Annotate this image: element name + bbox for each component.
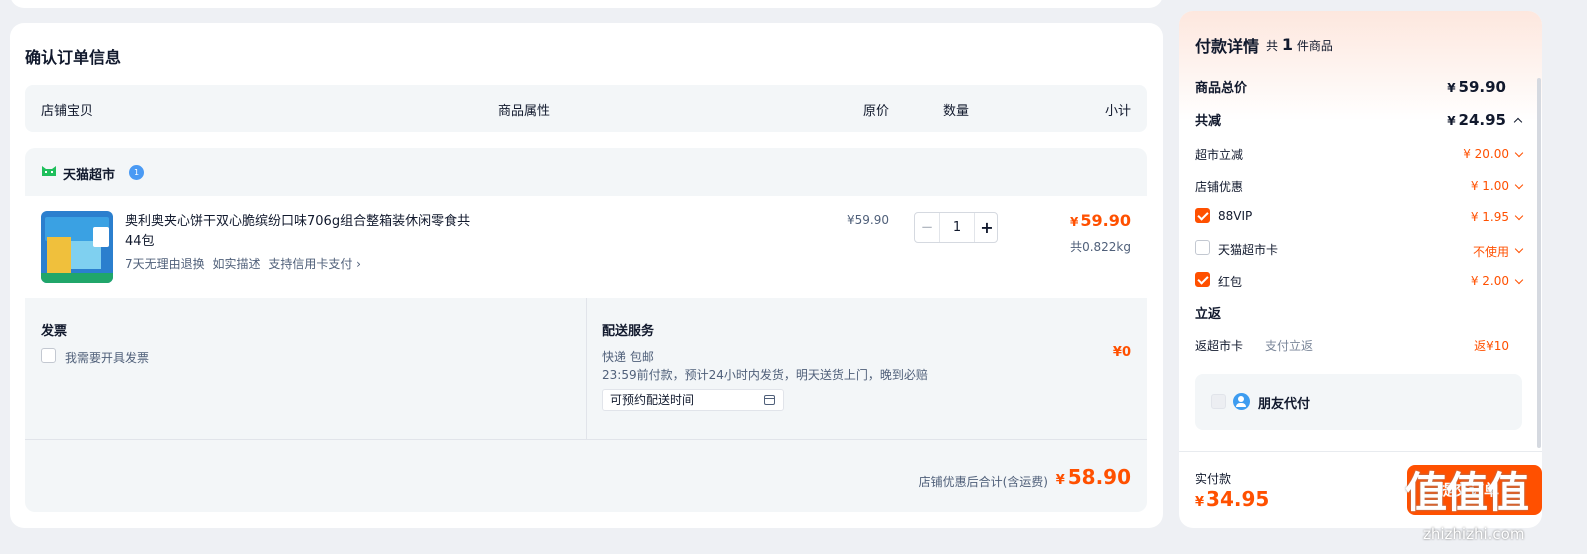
discount-label: 共减 [1195,114,1222,129]
payment-header-bg [1179,11,1542,121]
friend-avatar-icon [1233,393,1250,410]
goods-total-label: 商品总价 [1195,81,1248,96]
column-header-quantity: 数量 [943,104,970,119]
rebate-sub-label: 支付立返 [1265,339,1314,353]
final-amount-label: 实付款 [1195,472,1232,486]
discount-line-store-label: 店铺优惠 [1195,180,1244,194]
chevron-down-icon[interactable] [1514,148,1524,158]
payment-panel: 付款详情 共 1 件商品 商品总价 ¥59.90 共减 ¥24.95 超市立减 … [1179,11,1542,528]
friend-pay-checkbox[interactable] [1211,394,1226,409]
payment-title: 付款详情 [1195,37,1260,56]
discount-line-store-value[interactable]: ¥ 1.00 [1471,179,1509,193]
invoice-checkbox[interactable] [41,348,56,363]
service-tags: 7天无理由退换 如实描述 支持信用卡支付 › [125,255,365,272]
quantity-stepper: − 1 + [914,212,998,243]
calendar-icon [764,395,775,405]
item-subtotal: ¥59.90 [1070,211,1131,230]
store-badge-icon: 1 [129,165,144,180]
product-thumbnail[interactable] [41,211,113,283]
invoice-title: 发票 [41,324,68,339]
service-tag-return: 7天无理由退换 [125,257,205,271]
store-header: 天猫超市 1 [25,148,1147,196]
payment-footer: 实付款 ¥34.95 提交订单 [1179,451,1542,528]
vip-checkbox[interactable] [1195,208,1210,223]
shipping-fee: ¥0 [1112,345,1131,360]
discount-line-card-label: 天猫超市卡 [1218,243,1279,257]
discount-total[interactable]: ¥24.95 [1447,111,1506,129]
store-total-label: 店铺优惠后合计(含运费) [918,475,1048,489]
payment-scrollbar[interactable] [1537,78,1541,448]
column-header-attributes: 商品属性 [498,104,551,119]
discount-line-vip-label: 88VIP [1218,209,1253,223]
column-header-store-item: 店铺宝贝 [41,104,94,119]
discount-line-supermarket-value[interactable]: ¥ 20.00 [1463,147,1509,161]
rebate-value: 返¥10 [1474,339,1509,353]
chevron-down-icon[interactable] [1514,211,1524,221]
delivery-time-placeholder: 可预约配送时间 [610,393,695,407]
item-count: 共 1 件商品 [1266,35,1333,54]
store-total: ¥58.90 [1055,465,1131,489]
column-header-original-price: 原价 [863,104,890,119]
red-packet-checkbox[interactable] [1195,272,1210,287]
product-title[interactable]: 奥利奥夹心饼干双心脆缤纷口味706g组合整箱装休闲零食共44包 [125,212,475,252]
store-name[interactable]: 天猫超市 [63,164,115,183]
discount-line-red-packet-label: 红包 [1218,275,1243,289]
rebate-title: 立返 [1195,307,1222,322]
table-header: 店铺宝贝 商品属性 原价 数量 小计 [25,85,1147,132]
delivery-title: 配送服务 [602,324,655,339]
item-weight: 共0.822kg [1070,240,1131,254]
goods-total: ¥59.90 [1447,78,1506,96]
product-row: 奥利奥夹心饼干双心脆缤纷口味706g组合整箱装休闲零食共44包 7天无理由退换 … [25,196,1147,298]
final-amount: ¥34.95 [1195,487,1270,511]
tmall-card-checkbox[interactable] [1195,240,1210,255]
rebate-label: 返超市卡 [1195,339,1244,353]
store-total-row: 店铺优惠后合计(含运费) ¥58.90 [25,439,1147,512]
friend-pay-label: 朋友代付 [1258,397,1311,412]
delivery-time-picker[interactable]: 可预约配送时间 [602,389,784,411]
delivery-method: 快递 包邮 [602,350,654,364]
invoice-section: 发票 我需要开具发票 [25,298,587,439]
page-title: 确认订单信息 [25,48,122,67]
chevron-down-icon[interactable] [1514,244,1524,254]
discount-line-red-packet-value[interactable]: ¥ 2.00 [1471,274,1509,288]
service-tag-described: 如实描述 [212,257,261,271]
store-card: 天猫超市 1 奥利奥夹心饼干双心脆缤纷口味706g组合整箱装休闲零食共44包 7… [25,148,1147,512]
order-panel: 确认订单信息 店铺宝贝 商品属性 原价 数量 小计 天猫超市 1 奥利奥夹心饼干… [10,23,1163,528]
service-tag-credit[interactable]: 支持信用卡支付 › [268,257,361,271]
decrease-quantity-button[interactable]: − [915,213,939,242]
delivery-eta: 23:59前付款，预计24小时内发货，明天送货上门，晚到必赔 [602,368,928,382]
chevron-down-icon[interactable] [1514,180,1524,190]
quantity-input[interactable]: 1 [939,213,975,242]
tmall-cat-icon [42,166,56,176]
previous-panel-edge [10,0,1163,8]
discount-line-card-value[interactable]: 不使用 [1473,243,1509,260]
increase-quantity-button[interactable]: + [975,213,999,242]
original-price: ¥59.90 [847,213,889,227]
invoice-checkbox-label[interactable]: 我需要开具发票 [65,349,149,366]
discount-line-vip-value[interactable]: ¥ 1.95 [1471,210,1509,224]
friend-pay-option[interactable]: 朋友代付 [1195,374,1522,430]
delivery-section: 配送服务 快递 包邮 23:59前付款，预计24小时内发货，明天送货上门，晚到必… [587,298,1147,439]
submit-order-button[interactable]: 提交订单 [1407,465,1542,515]
chevron-down-icon[interactable] [1514,275,1524,285]
column-header-subtotal: 小计 [1105,104,1132,119]
discount-line-supermarket-label: 超市立减 [1195,148,1244,162]
